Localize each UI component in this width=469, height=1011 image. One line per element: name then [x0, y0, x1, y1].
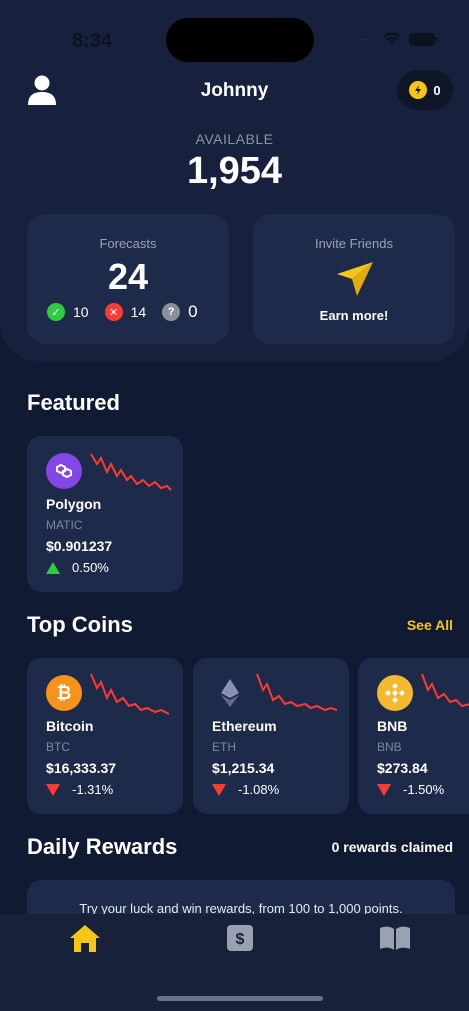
coin-price: $0.901237	[46, 538, 113, 554]
coin-change: -1.08%	[212, 782, 279, 797]
wrong-count: 14	[130, 304, 147, 320]
forecasts-card[interactable]: Forecasts 24 ✓ 10 ✕ 14 ? 0	[27, 214, 229, 344]
svg-text:$: $	[236, 931, 245, 948]
forecast-stats: ✓ 10 ✕ 14 ? 0	[47, 302, 206, 322]
price-sparkline	[256, 673, 338, 712]
polygon-icon	[46, 453, 82, 489]
price-sparkline	[90, 673, 170, 715]
invite-friends-card[interactable]: Invite Friends Earn more!	[253, 214, 455, 344]
coin-change: -1.50%	[377, 782, 444, 797]
coin-price: $273.84	[377, 760, 428, 776]
daily-rewards-title: Daily Rewards	[27, 834, 178, 859]
coin-balance-button[interactable]: 0	[397, 70, 453, 110]
bnb-icon	[377, 675, 413, 711]
invite-label: Invite Friends	[314, 236, 394, 251]
coin-name: Polygon	[46, 496, 102, 512]
forecasts-label: Forecasts	[99, 236, 157, 251]
price-sparkline	[421, 673, 469, 708]
coin-change-value: -1.31%	[72, 782, 114, 797]
forecasts-value: 24	[107, 256, 149, 297]
coin-price: $1,215.34	[212, 760, 275, 776]
tab-home[interactable]	[67, 922, 103, 954]
arrow-down-icon	[212, 783, 226, 796]
question-icon: ?	[162, 303, 181, 321]
status-icons: ····	[355, 32, 438, 46]
pending-count: 0	[188, 302, 198, 321]
wifi-icon	[383, 32, 401, 45]
top-coins-title: Top Coins	[27, 612, 133, 637]
correct-count: 10	[73, 304, 89, 320]
coin-icon	[409, 81, 428, 99]
arrow-down-icon	[46, 783, 60, 796]
signal-icon: ····	[355, 32, 375, 46]
earn-more-label: Earn more!	[319, 308, 389, 323]
see-all-link[interactable]: See All	[407, 617, 453, 633]
paper-plane-icon	[337, 262, 373, 296]
arrow-up-icon	[46, 561, 60, 574]
coin-card-ethereum[interactable]: Ethereum ETH $1,215.34 -1.08%	[193, 658, 349, 814]
coin-name: Ethereum	[212, 718, 277, 734]
available-label: AVAILABLE	[195, 131, 274, 147]
coin-symbol: ETH	[212, 740, 236, 754]
coin-change-value: -1.08%	[238, 782, 280, 797]
coin-card-bnb[interactable]: BNB BNB $273.84 -1.50%	[358, 658, 469, 814]
bitcoin-icon: ₿	[46, 675, 82, 711]
tab-wallet[interactable]: $	[222, 922, 258, 954]
coin-change-value: -1.50%	[403, 782, 445, 797]
check-icon: ✓	[47, 303, 65, 321]
ethereum-icon	[212, 675, 248, 711]
battery-icon	[409, 32, 438, 46]
coin-count: 0	[433, 82, 441, 98]
coin-symbol: BNB	[377, 740, 402, 754]
book-icon	[380, 926, 410, 950]
available-value: 1,954	[186, 150, 283, 192]
coin-symbol: BTC	[46, 740, 70, 754]
home-icon	[70, 925, 100, 952]
coin-card-bitcoin[interactable]: ₿ Bitcoin BTC $16,333.37 -1.31%	[27, 658, 183, 814]
coin-price: $16,333.37	[46, 760, 117, 776]
coin-change: 0.50%	[46, 560, 109, 575]
cross-icon: ✕	[104, 303, 123, 321]
price-sparkline	[90, 453, 172, 491]
dollar-icon: $	[227, 925, 253, 951]
header-panel: 8:34 ···· Johnny 0 AVAILABLE 1,954 Forec…	[0, 0, 469, 362]
featured-coin-card[interactable]: Polygon MATIC $0.901237 0.50%	[27, 436, 183, 592]
tab-learn[interactable]	[377, 922, 413, 954]
rewards-claimed: 0 rewards claimed	[331, 839, 453, 855]
coin-symbol: MATIC	[46, 518, 83, 532]
arrow-down-icon	[377, 783, 391, 796]
status-time: 8:34	[72, 30, 113, 52]
coin-change-value: 0.50%	[72, 560, 109, 575]
featured-title: Featured	[27, 390, 120, 415]
coin-name: Bitcoin	[46, 718, 94, 734]
dynamic-island	[166, 18, 314, 62]
coin-change: -1.31%	[46, 782, 113, 797]
home-indicator	[157, 996, 323, 1001]
coin-name: BNB	[377, 718, 408, 734]
